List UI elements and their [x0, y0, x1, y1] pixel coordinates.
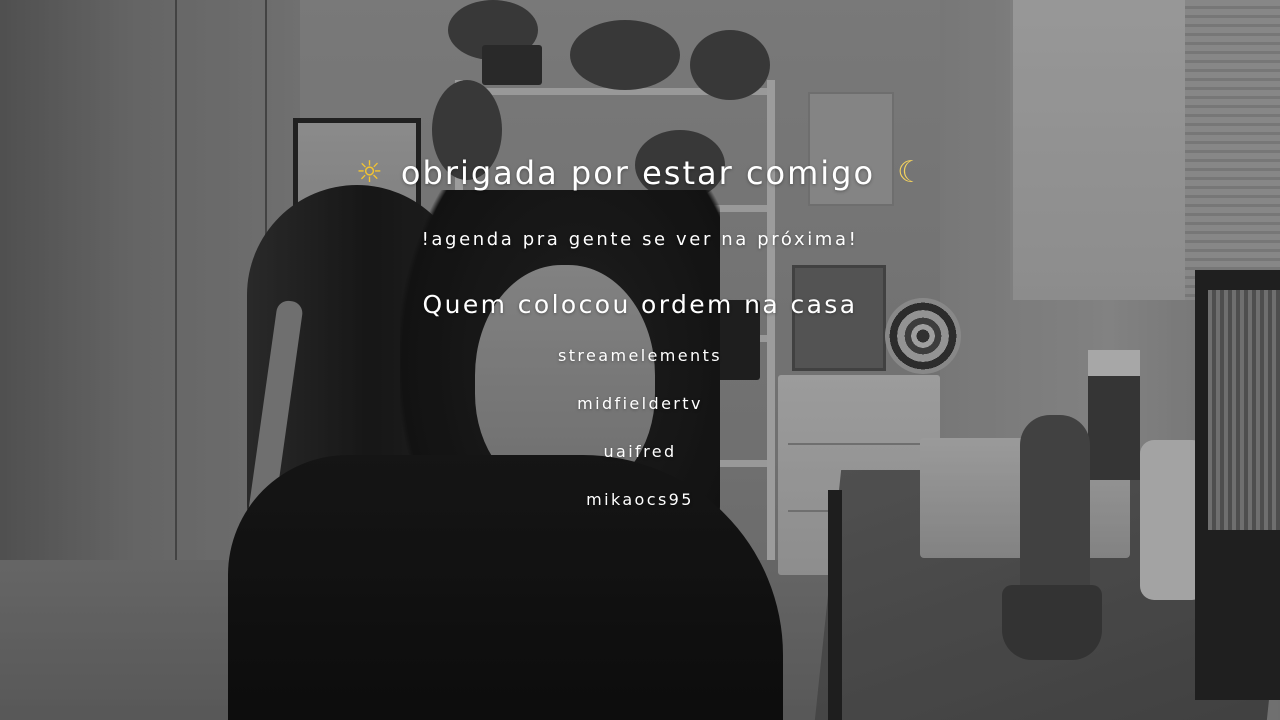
credit-name: streamelements [558, 346, 722, 365]
overlay-title: obrigada por estar comigo [400, 154, 876, 192]
crescent-moon-icon: ☾ [897, 155, 924, 190]
sun-with-face-icon: ☼ [356, 155, 383, 190]
credit-name: uaifred [603, 442, 677, 461]
credit-name: midfieldertv [577, 394, 703, 413]
credits-heading: Quem colocou ordem na casa [422, 290, 858, 319]
title-row: ☼ obrigada por estar comigo ☾ [0, 148, 1280, 198]
credit-name: mikaocs95 [586, 490, 694, 509]
stream-end-overlay: ☼ obrigada por estar comigo ☾ !agenda pr… [0, 0, 1280, 720]
schedule-command-text: !agenda pra gente se ver na próxima! [421, 229, 859, 250]
